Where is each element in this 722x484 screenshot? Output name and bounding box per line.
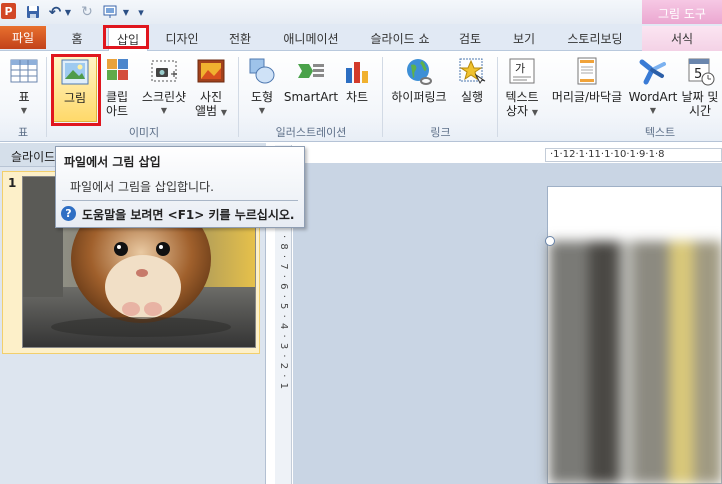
ribbon-tab-row: 파일 홈 삽입 디자인 전환 애니메이션 슬라이드 쇼 검토 보기 스토리보딩 …	[0, 24, 722, 51]
hyperlink-globe-icon	[404, 56, 434, 86]
quick-dropdown-icon[interactable]: ▼	[121, 4, 131, 20]
wordart-button[interactable]: WordArt ▼	[629, 56, 677, 118]
header-footer-button[interactable]: 머리글/바닥글	[545, 56, 629, 104]
chart-icon	[342, 56, 372, 86]
textbox-label-1: 텍스트	[505, 90, 539, 104]
save-icon[interactable]	[25, 4, 41, 20]
table-label: 표	[18, 90, 30, 104]
shapes-dropdown-icon: ▼	[258, 106, 266, 115]
clipart-label-1: 클립	[105, 90, 129, 104]
svg-text:가: 가	[515, 62, 525, 75]
screenshot-button[interactable]: 스크린샷 ▼	[136, 56, 192, 118]
group-label-links: 링크	[430, 126, 451, 139]
title-bar: P ↶ ▼ ↻ ▼ ▾	[0, 0, 722, 24]
picture-tools-label: 그림 도구	[642, 0, 722, 26]
picture-icon	[60, 57, 90, 87]
group-separator	[497, 57, 498, 137]
table-dropdown-icon: ▼	[20, 106, 28, 115]
slideshow-quick-icon[interactable]	[102, 4, 120, 20]
action-button[interactable]: 실행	[456, 56, 488, 104]
tab-format[interactable]: 서식	[642, 26, 722, 51]
redo-icon[interactable]: ↻	[80, 4, 94, 20]
svg-text:5: 5	[694, 67, 702, 82]
tab-slideshow[interactable]: 슬라이드 쇼	[360, 26, 440, 50]
header-footer-icon	[572, 56, 602, 86]
shapes-button[interactable]: 도형 ▼	[244, 56, 280, 118]
screenshot-dropdown-icon: ▼	[160, 106, 168, 115]
wordart-label: WordArt	[628, 90, 678, 104]
hyperlink-label: 하이퍼링크	[391, 90, 447, 104]
action-star-icon	[457, 56, 487, 86]
chart-button[interactable]: 차트	[341, 56, 373, 104]
group-label-table: 표	[17, 126, 29, 139]
picture-label: 그림	[63, 91, 87, 105]
tab-animations[interactable]: 애니메이션	[273, 26, 349, 50]
date-time-button[interactable]: 5 날짜 및 시간	[677, 56, 722, 118]
clipart-button[interactable]: 클립 아트	[101, 56, 133, 118]
group-separator	[238, 57, 239, 137]
slide-number: 1	[8, 176, 17, 190]
tooltip-help-text: 도움말을 보려면 <F1> 키를 누르십시오.	[82, 208, 295, 222]
calendar-icon: 5	[685, 56, 715, 86]
tooltip-description: 파일에서 그림을 삽입합니다.	[70, 180, 214, 194]
tab-review[interactable]: 검토	[450, 26, 490, 50]
horizontal-ruler: ·1·12·1·11·1·10·1·9·1·8	[545, 148, 722, 162]
group-label-images: 이미지	[128, 126, 160, 139]
group-separator	[46, 57, 47, 137]
smartart-icon	[296, 56, 326, 86]
shapes-label: 도형	[250, 90, 274, 104]
date-time-label-2: 시간	[688, 104, 712, 118]
picture-button[interactable]: 그림	[53, 54, 97, 122]
textbox-label-2: 상자 ▼	[505, 104, 539, 118]
tab-home[interactable]: 홈	[62, 26, 92, 50]
tab-view[interactable]: 보기	[502, 26, 546, 50]
table-button[interactable]: 표 ▼	[7, 56, 41, 118]
group-label-text: 텍스트	[644, 126, 676, 139]
undo-icon[interactable]: ↶	[48, 3, 62, 21]
customize-toolbar-icon[interactable]: ▾	[135, 4, 147, 20]
date-time-label-1: 날짜 및	[681, 90, 719, 104]
textbox-button[interactable]: 가 텍스트 상자 ▼	[502, 56, 542, 120]
chart-label: 차트	[345, 90, 369, 104]
help-icon: ?	[61, 206, 76, 221]
screenshot-label: 스크린샷	[141, 90, 187, 104]
photo-album-label-1: 사진	[199, 90, 223, 104]
group-label-illustrations: 일러스트레이션	[275, 126, 347, 139]
wordart-icon	[638, 56, 668, 86]
textbox-icon: 가	[507, 56, 537, 86]
ribbon-insert: 표 ▼ 그림 클립 아트 스크린샷 ▼ 사진 앨범 ▼ 도형 ▼ SmartAr…	[0, 51, 722, 142]
smartart-button[interactable]: SmartArt	[283, 56, 339, 104]
action-label: 실행	[460, 90, 484, 104]
wordart-dropdown-icon: ▼	[649, 106, 657, 115]
smartart-label: SmartArt	[283, 90, 339, 104]
photo-album-button[interactable]: 사진 앨범 ▼	[193, 56, 229, 120]
photo-album-label-2: 앨범 ▼	[194, 104, 228, 118]
screenshot-icon	[149, 56, 179, 86]
tab-file[interactable]: 파일	[0, 26, 46, 49]
tab-insert[interactable]: 삽입	[108, 26, 148, 51]
shapes-icon	[247, 56, 277, 86]
tab-design[interactable]: 디자인	[158, 26, 206, 50]
clipart-label-2: 아트	[105, 104, 129, 118]
tooltip-title: 파일에서 그림 삽입	[64, 155, 161, 169]
vertical-ruler-ticks: · 8 · 7 · 6 · 5 · 4 · 3 · 2 · 1	[278, 235, 289, 391]
tooltip-divider	[62, 200, 298, 201]
powerpoint-app-icon[interactable]: P	[1, 3, 16, 19]
group-separator	[382, 57, 383, 137]
slide-picture[interactable]	[549, 241, 722, 484]
resize-handle[interactable]	[545, 236, 555, 246]
undo-dropdown-icon[interactable]: ▼	[63, 4, 73, 20]
photo-album-icon	[196, 56, 226, 86]
tab-transitions[interactable]: 전환	[218, 26, 262, 50]
table-icon	[9, 56, 39, 86]
tooltip-insert-picture: 파일에서 그림 삽입 파일에서 그림을 삽입합니다. ? 도움말을 보려면 <F…	[55, 146, 305, 228]
header-footer-label: 머리글/바닥글	[551, 90, 623, 104]
clipart-icon	[102, 56, 132, 86]
hyperlink-button[interactable]: 하이퍼링크	[388, 56, 450, 104]
tab-storyboarding[interactable]: 스토리보딩	[555, 26, 635, 50]
